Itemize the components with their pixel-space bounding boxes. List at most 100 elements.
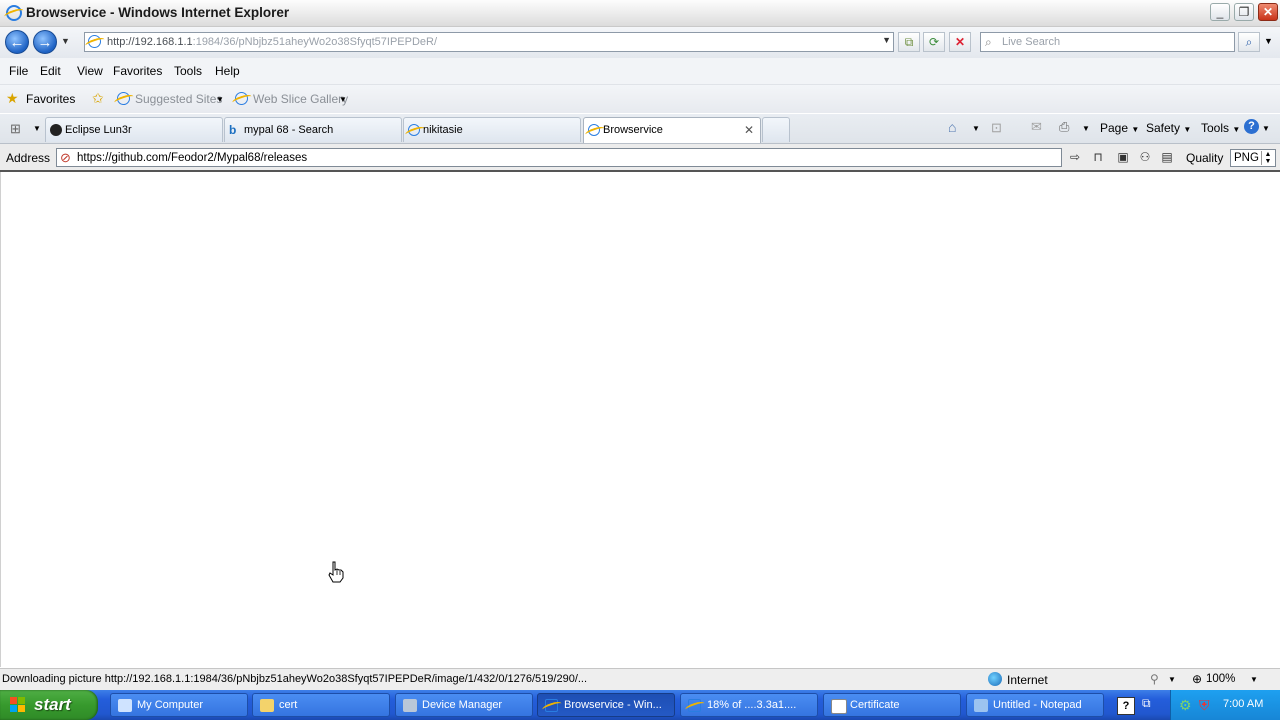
- minimize-button[interactable]: _: [1210, 3, 1230, 21]
- status-message: Downloading picture http://192.168.1.1:1…: [2, 673, 588, 685]
- navigation-bar: ← → ▼ http://192.168.1.1:1984/36/pNbjbz5…: [0, 27, 1280, 58]
- search-icon[interactable]: ⌕: [1238, 32, 1260, 52]
- security-zone[interactable]: Internet: [1007, 673, 1048, 687]
- cursor-hand-icon: [328, 561, 344, 583]
- live-search-icon: ⌕: [985, 35, 992, 49]
- zoom-level[interactable]: 100%: [1206, 673, 1235, 685]
- favorites-bar: ★ Favorites ✩ Suggested Sites ▼ Web Slic…: [0, 85, 1280, 113]
- compat-view-icon[interactable]: ⧉: [898, 32, 920, 52]
- tab-browservice[interactable]: Browservice ✕: [583, 117, 761, 143]
- task-label: Certificate: [850, 699, 900, 711]
- restore-window-icon[interactable]: ⧉: [1142, 696, 1151, 711]
- tab-label: nikitasie: [423, 124, 463, 136]
- go-arrow-icon[interactable]: ⇨: [1068, 150, 1082, 164]
- refresh-icon[interactable]: ⟳: [923, 32, 945, 52]
- help-icon[interactable]: ?: [1244, 119, 1259, 134]
- page-menu-label: Page: [1100, 121, 1129, 135]
- task-device-manager[interactable]: Device Manager: [395, 693, 533, 717]
- tab-eclipse[interactable]: Eclipse Lun3r: [45, 117, 223, 142]
- window-title: Browservice - Windows Internet Explorer: [26, 5, 290, 20]
- menu-help[interactable]: Help: [215, 64, 240, 78]
- task-notepad[interactable]: Untitled - Notepad: [966, 693, 1104, 717]
- home-icon[interactable]: ⌂: [948, 119, 956, 135]
- back-arrow-icon[interactable]: ←: [5, 30, 29, 54]
- tab-mypal-search[interactable]: b mypal 68 - Search: [224, 117, 402, 142]
- protected-mode-icon[interactable]: ⚲: [1150, 672, 1159, 686]
- protected-dropdown[interactable]: ▼: [1168, 675, 1176, 684]
- tools-menu[interactable]: Tools ▼: [1201, 121, 1240, 135]
- quick-tabs-icon[interactable]: ⊞: [10, 121, 21, 137]
- web-slice-dropdown[interactable]: ▼: [339, 95, 347, 104]
- menu-tools[interactable]: Tools: [174, 64, 202, 78]
- safety-menu[interactable]: Safety ▼: [1146, 121, 1191, 135]
- forward-arrow-icon[interactable]: →: [33, 30, 57, 54]
- star-icon: ★: [6, 90, 19, 106]
- home-dropdown[interactable]: ▼: [972, 124, 980, 133]
- menu-bar: File Edit View Favorites Tools Help: [0, 58, 1280, 85]
- task-label: Browservice - Win...: [564, 699, 662, 711]
- add-favorite-icon[interactable]: ✩: [92, 90, 104, 107]
- tab-label: mypal 68 - Search: [244, 124, 334, 136]
- start-button[interactable]: start: [0, 690, 98, 720]
- task-my-computer[interactable]: My Computer: [110, 693, 248, 717]
- insecure-icon: ⊘: [60, 150, 71, 165]
- menu-view[interactable]: View: [77, 64, 103, 78]
- new-tab-button[interactable]: [762, 117, 790, 142]
- task-certificate[interactable]: Certificate: [823, 693, 961, 717]
- stop-icon[interactable]: ✕: [949, 32, 971, 52]
- print-icon[interactable]: ⎙: [1059, 119, 1069, 135]
- task-label: My Computer: [137, 699, 204, 711]
- folder-icon: [260, 699, 274, 712]
- system-tray: ⚙ ⛨ 7:00 AM: [1170, 690, 1280, 720]
- help-dropdown[interactable]: ▼: [1262, 124, 1270, 133]
- quality-spinner-icon: ▲ ▼: [1261, 151, 1274, 165]
- ie-icon: [545, 699, 558, 712]
- clipboard-icon[interactable]: ▤: [1160, 150, 1174, 164]
- zoom-dropdown[interactable]: ▼: [1250, 675, 1258, 684]
- address-label: Address: [6, 151, 51, 165]
- close-button[interactable]: ✕: [1258, 3, 1278, 21]
- recent-pages-dropdown[interactable]: ▼: [61, 36, 70, 46]
- internet-zone-icon: [988, 672, 1002, 686]
- tab-nikitasie[interactable]: nikitasie: [403, 117, 581, 142]
- page-menu[interactable]: Page ▼: [1100, 121, 1139, 135]
- menu-file[interactable]: File: [9, 64, 28, 78]
- restore-button[interactable]: ❐: [1234, 3, 1254, 21]
- page-content[interactable]: [0, 172, 1280, 667]
- start-label: start: [34, 695, 71, 714]
- save-page-icon[interactable]: ▣: [1116, 150, 1130, 164]
- url-input[interactable]: http://192.168.1.1:1984/36/pNbjbz51aheyW…: [84, 32, 894, 52]
- windows-logo-icon: [10, 697, 26, 713]
- feed-icon[interactable]: ⊡: [991, 120, 1002, 136]
- suggested-dropdown[interactable]: ▼: [216, 95, 224, 104]
- search-input[interactable]: ⌕ Live Search: [980, 32, 1235, 52]
- task-browservice[interactable]: Browservice - Win...: [537, 693, 675, 717]
- status-bar: Downloading picture http://192.168.1.1:1…: [0, 668, 1280, 690]
- read-mail-icon[interactable]: ✉: [1031, 119, 1042, 135]
- network-icon[interactable]: ⚙: [1179, 697, 1192, 714]
- url-host: http://192.168.1.1: [107, 36, 193, 48]
- print-dropdown[interactable]: ▼: [1082, 124, 1090, 133]
- bing-icon: b: [229, 123, 237, 137]
- computer-icon: [118, 699, 132, 712]
- security-shield-icon[interactable]: ⛨: [1199, 697, 1210, 714]
- search-options-dropdown[interactable]: ▼: [1264, 36, 1273, 46]
- safety-menu-label: Safety: [1146, 121, 1181, 135]
- menu-edit[interactable]: Edit: [40, 64, 61, 78]
- suggested-sites-link[interactable]: Suggested Sites: [135, 92, 222, 106]
- help-question-icon[interactable]: ?: [1117, 697, 1135, 715]
- web-slice-gallery-link[interactable]: Web Slice Gallery: [253, 92, 348, 106]
- address-input[interactable]: ⊘ https://github.com/Feodor2/Mypal68/rel…: [56, 148, 1062, 167]
- tab-list-dropdown[interactable]: ▼: [33, 124, 41, 133]
- url-dropdown[interactable]: ▼: [882, 35, 891, 45]
- bookmark-icon[interactable]: ⊓: [1091, 150, 1105, 164]
- find-icon[interactable]: ⚇: [1138, 150, 1152, 164]
- task-label: 18% of ....3.3a1....: [707, 699, 797, 711]
- url-path: :1984/36/pNbjbz51aheyWo2o38Sfyqt57IPEPDe…: [192, 36, 438, 48]
- close-tab-icon[interactable]: ✕: [744, 123, 754, 137]
- quality-select[interactable]: PNG ▲ ▼: [1230, 149, 1276, 167]
- menu-favorites[interactable]: Favorites: [113, 64, 162, 78]
- task-download[interactable]: 18% of ....3.3a1....: [680, 693, 818, 717]
- task-cert[interactable]: cert: [252, 693, 390, 717]
- favorites-button[interactable]: Favorites: [26, 92, 75, 106]
